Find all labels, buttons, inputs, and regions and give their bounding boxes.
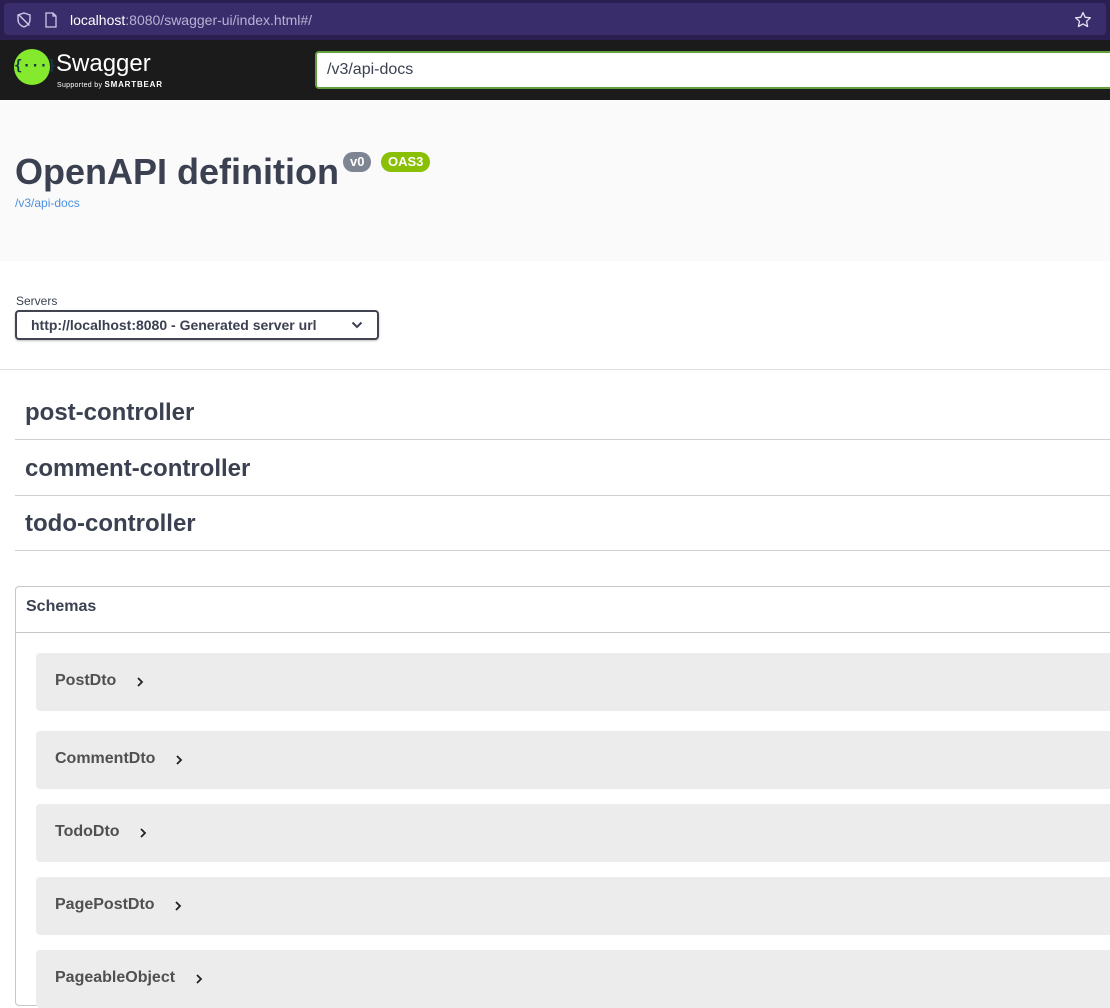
page-title: OpenAPI definition — [15, 151, 339, 192]
tracking-protection-icon[interactable] — [16, 12, 32, 28]
brand-name: Swagger — [56, 50, 151, 77]
url-host: localhost — [70, 12, 126, 28]
servers-label: Servers — [16, 294, 58, 308]
model-name: PostDto — [55, 672, 117, 689]
model-name: CommentDto — [55, 750, 156, 767]
spec-url-input[interactable] — [315, 51, 1110, 89]
oas-badge: OAS3 — [381, 152, 431, 172]
servers-section: Servers http://localhost:8080 - Generate… — [0, 261, 1110, 370]
brand-subtitle: Supported by SMARTBEAR — [57, 80, 163, 90]
chevron-right-icon — [176, 755, 183, 765]
api-docs-link[interactable]: /v3/api-docs — [15, 196, 80, 210]
url-path: :8080/swagger-ui/index.html#/ — [125, 12, 313, 28]
browser-toolbar: localhost:8080/swagger-ui/index.html#/ — [0, 0, 1110, 40]
model-name: TodoDto — [55, 823, 120, 840]
model-postdto[interactable]: PostDto — [36, 653, 1110, 711]
tag-comment-controller[interactable]: comment-controller — [15, 440, 1110, 496]
model-name: PagePostDto — [55, 896, 155, 913]
chevron-right-icon — [137, 677, 144, 687]
chevron-down-icon — [351, 321, 363, 329]
chevron-right-icon — [175, 901, 182, 911]
info-section: OpenAPI definition v0 OAS3 /v3/api-docs — [0, 100, 1110, 261]
tag-title: comment-controller — [25, 455, 251, 482]
page-icon[interactable] — [44, 12, 58, 28]
tag-post-controller[interactable]: post-controller — [15, 384, 1110, 440]
version-badge: v0 — [343, 152, 372, 172]
server-selected-value: http://localhost:8080 - Generated server… — [31, 317, 317, 333]
schemas-title: Schemas — [26, 598, 97, 615]
model-pagepostdto[interactable]: PagePostDto — [36, 877, 1110, 935]
tag-todo-controller[interactable]: todo-controller — [15, 495, 1110, 551]
model-pageableobject[interactable]: PageableObject — [36, 950, 1110, 1008]
swagger-logo-icon[interactable]: {···} — [14, 49, 56, 85]
url-text[interactable]: localhost:8080/swagger-ui/index.html#/ — [70, 12, 312, 28]
chevron-right-icon — [140, 828, 147, 838]
address-bar[interactable]: localhost:8080/swagger-ui/index.html#/ — [4, 3, 1106, 35]
chevron-right-icon — [196, 974, 203, 984]
server-select[interactable]: http://localhost:8080 - Generated server… — [15, 310, 379, 340]
schemas-header[interactable]: Schemas — [16, 587, 1110, 633]
schemas-section: Schemas PostDto CommentDto TodoDto PageP… — [15, 586, 1110, 1008]
tag-title: todo-controller — [25, 510, 196, 537]
model-tododto[interactable]: TodoDto — [36, 804, 1110, 862]
model-name: PageableObject — [55, 969, 176, 986]
tag-title: post-controller — [25, 399, 195, 426]
model-commentdto[interactable]: CommentDto — [36, 731, 1110, 789]
bookmark-star-icon[interactable] — [1074, 11, 1092, 29]
